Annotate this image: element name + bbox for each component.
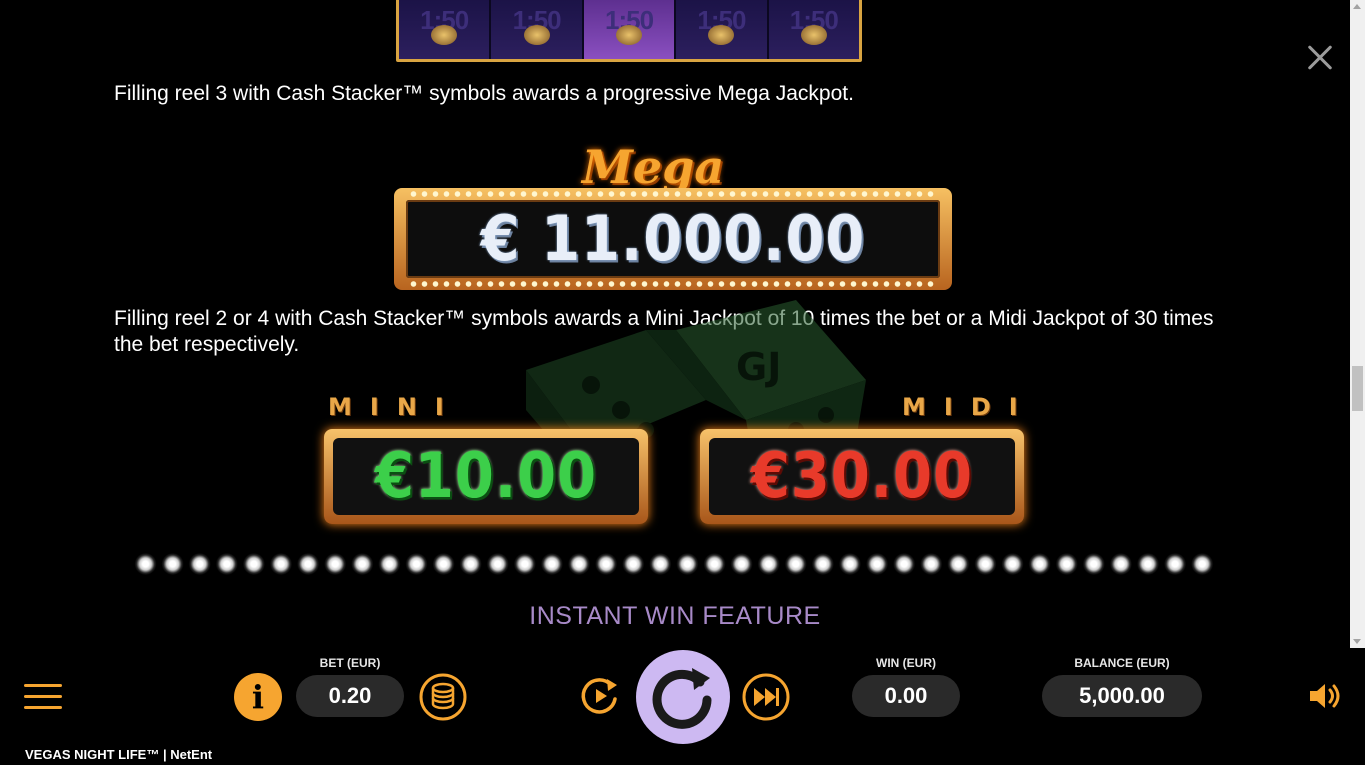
bet-label: BET (EUR) (319, 656, 381, 670)
reel-cell: 1:50 (399, 0, 492, 59)
reel-cell: 1:50 (769, 0, 859, 59)
midi-jackpot-label: MIDI (902, 393, 1036, 421)
coins-icon[interactable] (418, 672, 468, 722)
coin-icon (800, 25, 827, 45)
midi-jackpot-display: €30.00 (709, 438, 1015, 515)
mini-jackpot-sign: €10.00 (324, 429, 648, 524)
spin-icon (652, 668, 712, 729)
mini-jackpot-amount: €10.00 (374, 440, 598, 513)
spin-button[interactable] (636, 650, 730, 744)
section-heading: INSTANT WIN FEATURE (529, 602, 821, 630)
reel-cell: 1:50 (583, 0, 677, 59)
scroll-up-icon[interactable] (1353, 4, 1361, 9)
mega-jackpot-sign: € 11.000.00 (394, 188, 952, 290)
coin-icon (431, 25, 458, 45)
balance-value: 5,000.00 (1042, 675, 1202, 717)
win-label: WIN (EUR) (876, 656, 936, 670)
coin-icon (523, 25, 550, 45)
marquee-lights (408, 280, 938, 288)
coin-icon (708, 25, 735, 45)
sound-icon[interactable] (1308, 680, 1344, 712)
mega-jackpot-description: Filling reel 3 with Cash Stacker™ symbol… (114, 82, 854, 105)
mega-jackpot-label: Mega (582, 140, 725, 194)
win-value: 0.00 (852, 675, 960, 717)
marquee-lights (408, 190, 938, 198)
close-icon[interactable] (1304, 41, 1336, 73)
reel-strip-image: 1:50 1:50 1:50 1:50 1:50 (396, 0, 862, 62)
menu-icon[interactable] (24, 684, 62, 710)
reel-cell: 1:50 (676, 0, 769, 59)
bet-value[interactable]: 0.20 (296, 675, 404, 717)
mini-midi-jackpot-description: Filling reel 2 or 4 with Cash Stacker™ s… (114, 307, 1214, 356)
midi-jackpot-amount: €30.00 (750, 440, 974, 513)
coin-icon (616, 25, 643, 45)
reel-cell: 1:50 (491, 0, 584, 59)
autoplay-icon[interactable] (577, 673, 623, 719)
mega-jackpot-amount: € 11.000.00 (480, 202, 866, 276)
paytable-panel: 1:50 1:50 1:50 1:50 1:50 Filling reel 3 … (0, 0, 1350, 648)
midi-jackpot-sign: €30.00 (700, 429, 1024, 524)
decorative-light-row (132, 553, 1218, 575)
scrollbar[interactable] (1350, 0, 1365, 648)
scroll-down-icon[interactable] (1353, 639, 1361, 644)
scrollbar-thumb[interactable] (1352, 366, 1363, 411)
mini-jackpot-display: €10.00 (333, 438, 639, 515)
fast-forward-icon[interactable] (741, 672, 791, 722)
balance-label: BALANCE (EUR) (1074, 656, 1170, 670)
mega-jackpot-display: € 11.000.00 (406, 200, 940, 278)
game-brand: VEGAS NIGHT LIFE™ | NetEnt (25, 747, 213, 762)
mini-jackpot-label: MINI (328, 393, 462, 421)
info-icon[interactable]: i (234, 673, 282, 721)
